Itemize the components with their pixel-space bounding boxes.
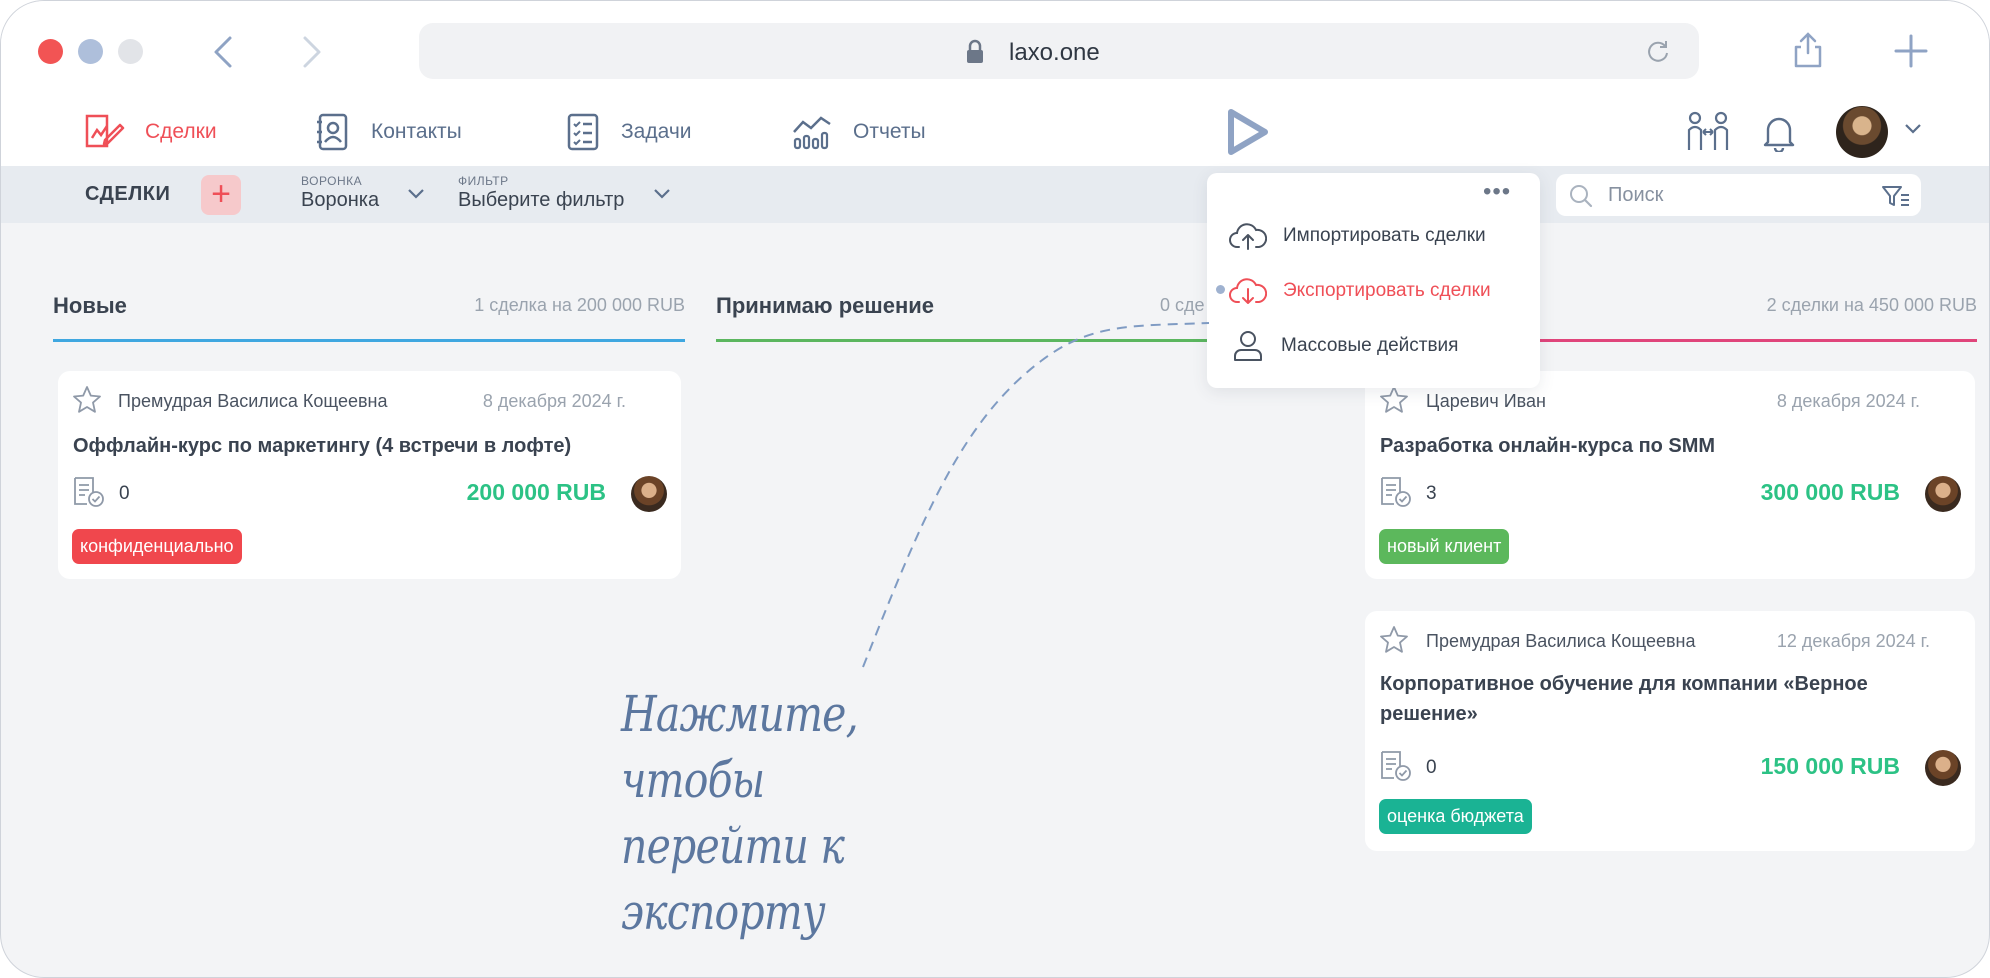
hint-line-1: Нажмите, чтобы xyxy=(621,685,859,809)
hint-line-2: перейти к экспорту xyxy=(621,817,845,941)
browser-window: laxo.one Сделки Контакты Задачи Отчеты С… xyxy=(0,0,1990,978)
callout-dot xyxy=(1216,285,1225,294)
export-hint: Нажмите, чтобы перейти к экспорту xyxy=(621,681,998,945)
